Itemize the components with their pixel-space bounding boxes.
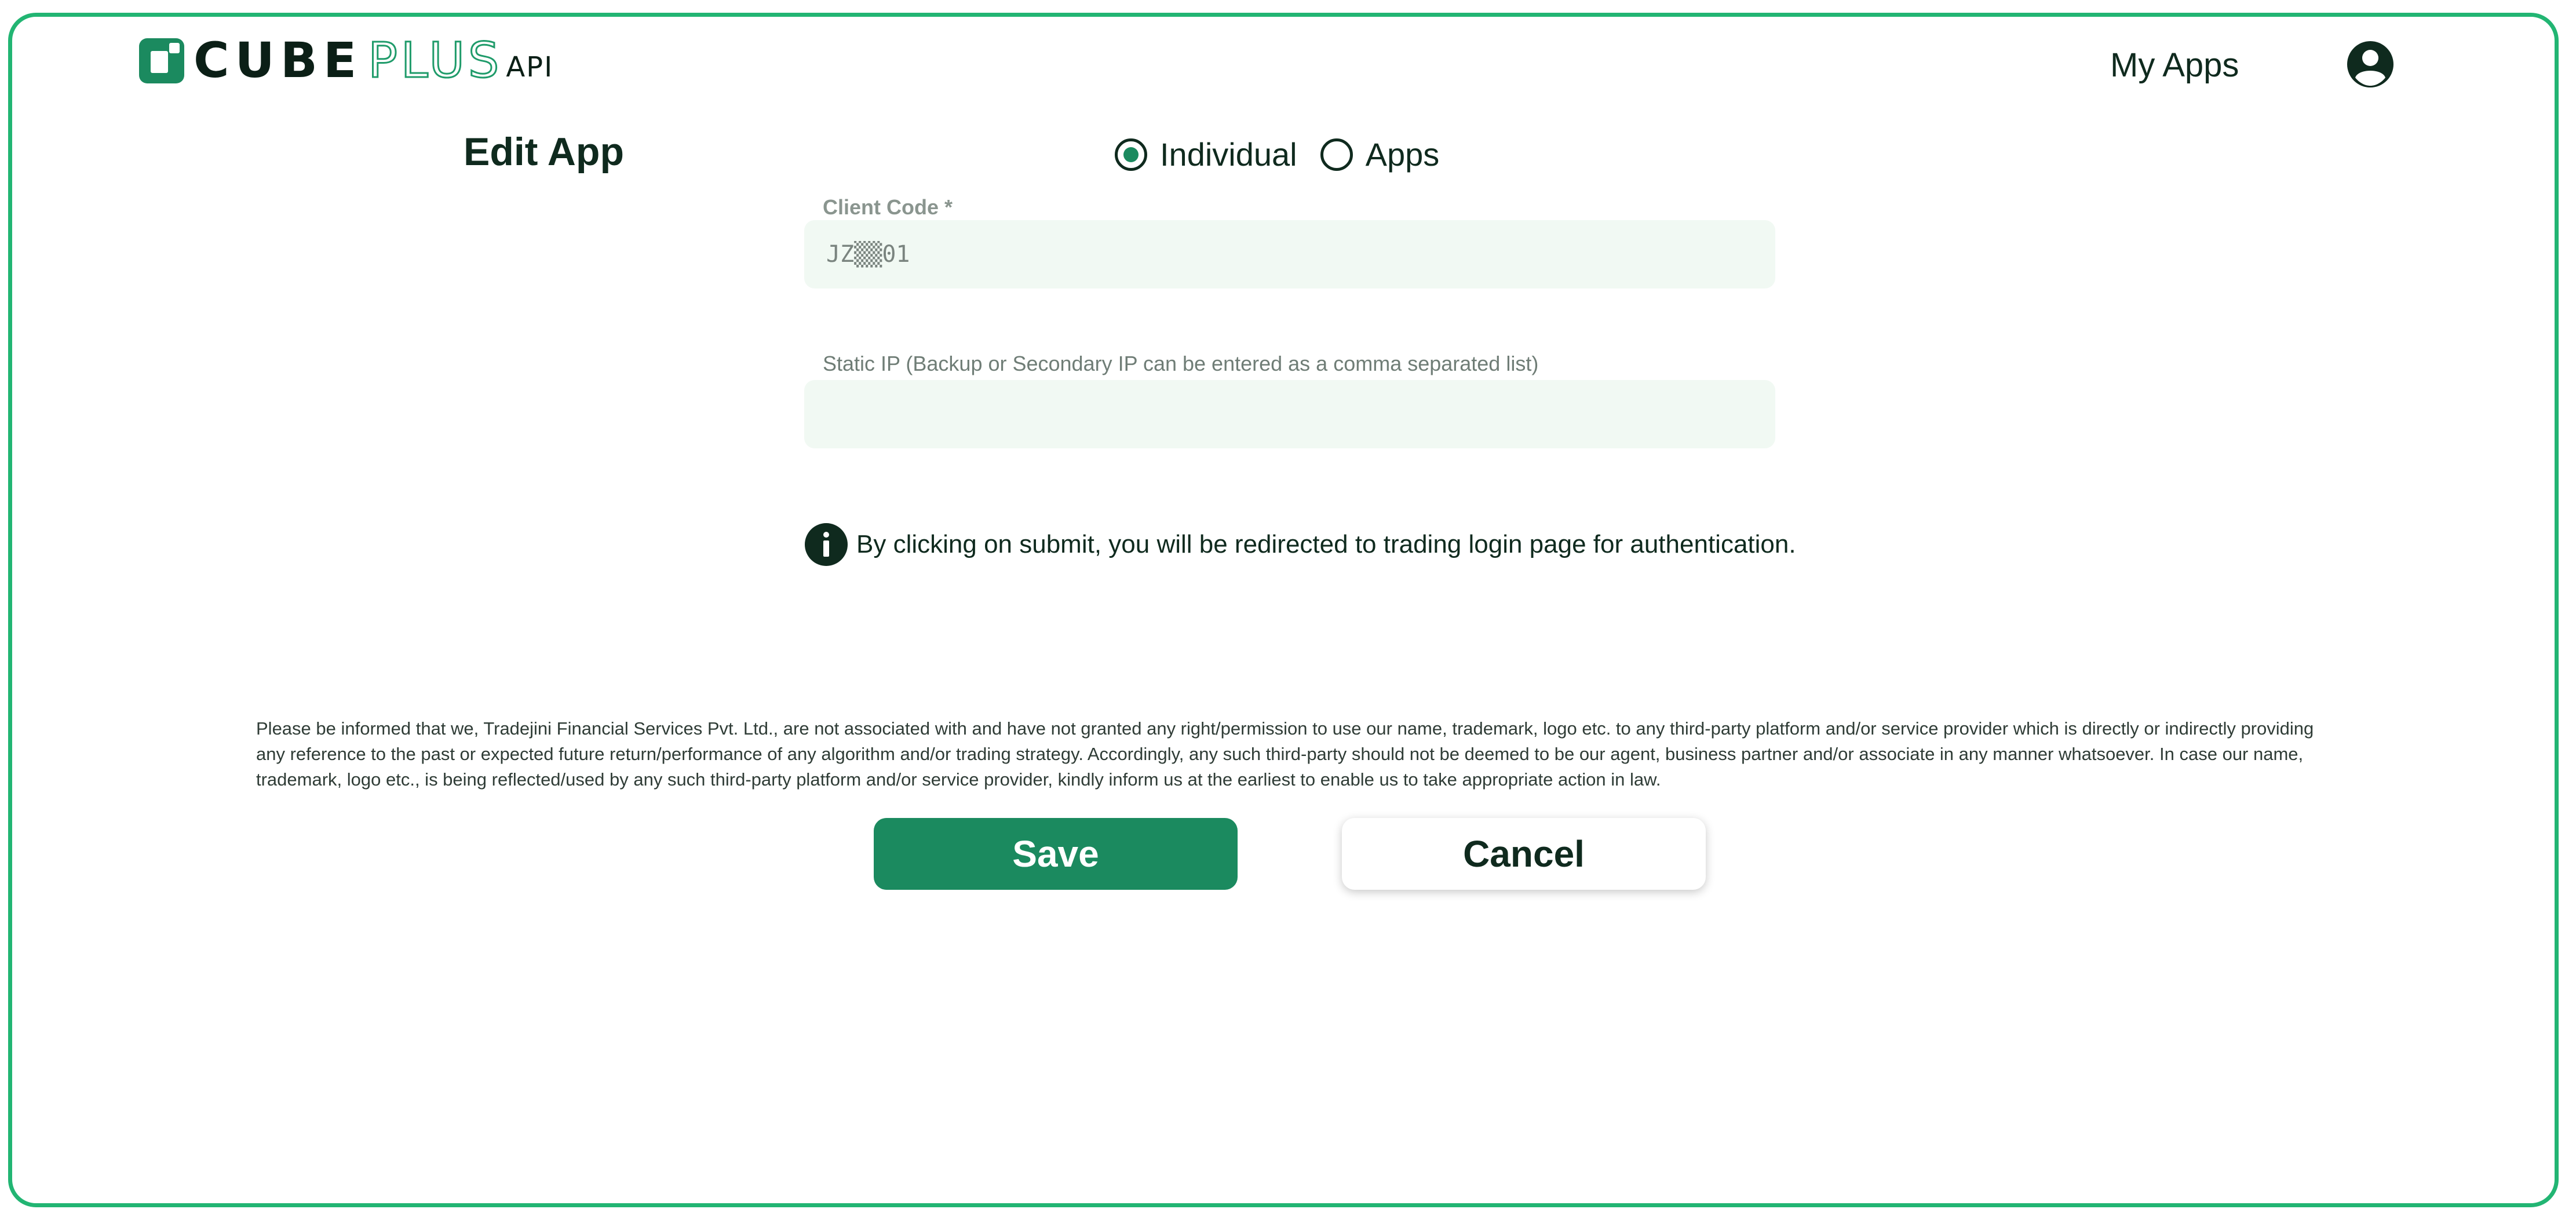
info-message: By clicking on submit, you will be redir… (804, 523, 1796, 567)
client-code-input[interactable] (804, 220, 1775, 288)
app-type-radio-group: Individual Apps (1115, 134, 1462, 175)
radio-apps[interactable]: Apps (1320, 136, 1440, 173)
cubeplus-logo[interactable]: CUBE PLUS API (139, 32, 554, 89)
user-circle-icon[interactable] (2345, 39, 2395, 89)
radio-apps-label: Apps (1365, 136, 1440, 173)
logo-text-cube: CUBE (194, 32, 363, 89)
client-code-label: Client Code * (823, 195, 953, 219)
info-icon (805, 523, 848, 566)
cube-logo-icon (139, 38, 184, 83)
page-title: Edit App (464, 130, 624, 174)
save-button[interactable]: Save (874, 818, 1238, 890)
static-ip-input[interactable] (804, 380, 1775, 448)
info-text: By clicking on submit, you will be redir… (856, 530, 1796, 558)
nav-my-apps-link[interactable]: My Apps (2110, 45, 2239, 86)
radio-checked-icon[interactable] (1115, 138, 1147, 171)
radio-individual-label: Individual (1160, 136, 1297, 173)
static-ip-label: Static IP (Backup or Secondary IP can be… (823, 352, 1539, 375)
radio-individual[interactable]: Individual (1115, 137, 1297, 172)
legal-disclaimer: Please be informed that we, Tradejini Fi… (256, 718, 2314, 790)
app-frame (8, 13, 2559, 1207)
logo-text-api: API (506, 51, 554, 83)
radio-unchecked-icon[interactable] (1320, 138, 1353, 171)
cancel-button[interactable]: Cancel (1342, 818, 1706, 890)
logo-text-plus: PLUS (367, 32, 503, 89)
